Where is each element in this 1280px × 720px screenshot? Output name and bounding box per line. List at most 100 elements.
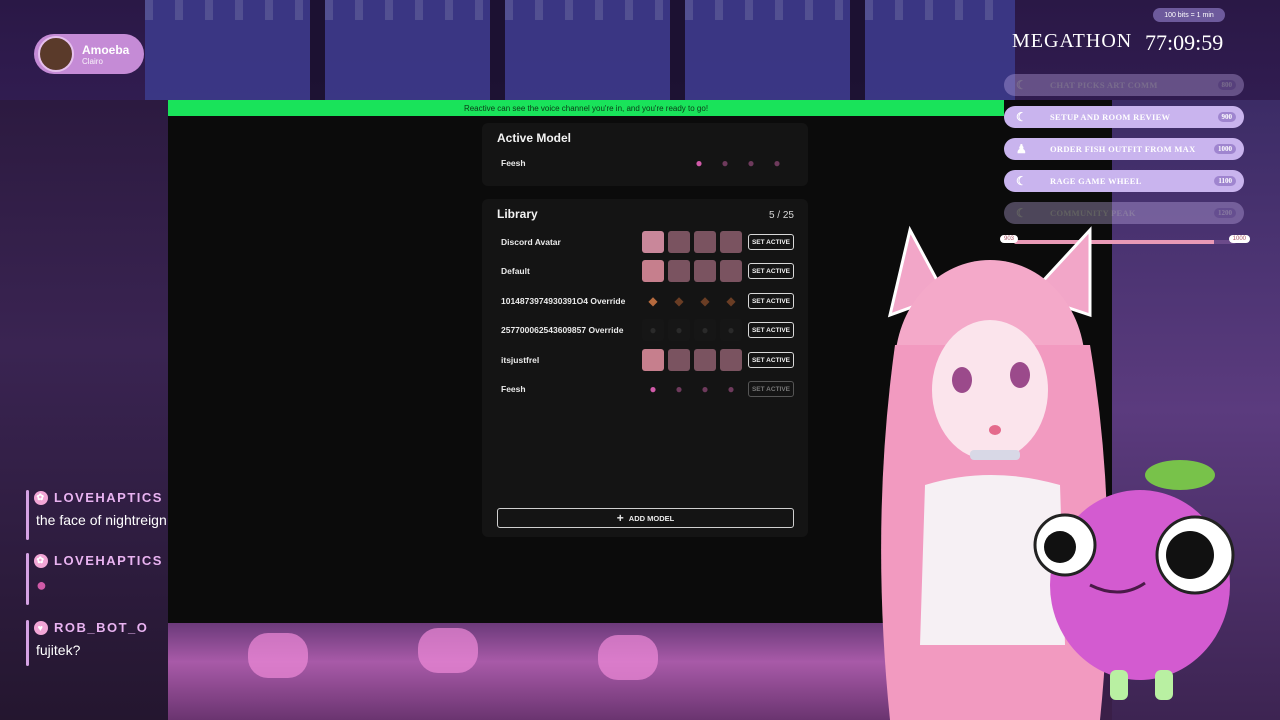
- chat-accent-bar: [26, 620, 29, 666]
- megathon-timer: 77:09:59: [1145, 30, 1224, 55]
- song-artist: Clairo: [82, 56, 103, 66]
- brown-thumb-icon: ◆: [674, 294, 684, 308]
- goal-item: ☾ RAGE GAME WHEEL 1100: [1004, 170, 1244, 192]
- goal-label: CHAT PICKS ART COMM: [1050, 80, 1158, 90]
- megathon-title: MEGATHON: [1012, 30, 1133, 52]
- library-item-name: Discord Avatar: [501, 237, 561, 247]
- set-active-button[interactable]: SET ACTIVE: [748, 352, 794, 368]
- moon-icon: ☾: [1016, 77, 1027, 92]
- blob-thumb-icon: ●: [721, 156, 729, 170]
- dark-thumb-icon: ●: [720, 319, 742, 341]
- library-item-name: itsjustfrel: [501, 355, 540, 365]
- now-playing-widget: Amoeba Clairo: [34, 34, 144, 74]
- avatar-thumb: [668, 231, 690, 253]
- pillow: [598, 635, 658, 680]
- background-window: [145, 0, 1015, 100]
- library-item: 257700062543609857 Override ● ● ● ● SET …: [501, 319, 794, 341]
- cat-thumb: [720, 349, 742, 371]
- chat-message: ♥ ROB_BOT_O fujitek?: [26, 620, 196, 666]
- set-active-button[interactable]: SET ACTIVE: [748, 234, 794, 250]
- dark-thumb-icon: ●: [668, 319, 690, 341]
- active-model-thumbs: ● ● ● ●: [688, 152, 788, 174]
- pillow: [248, 633, 308, 678]
- cat-thumb: [668, 260, 690, 282]
- set-active-button[interactable]: SET ACTIVE: [748, 322, 794, 338]
- blob-thumb-icon: ●: [747, 156, 755, 170]
- voice-status-bar: Reactive can see the voice channel you'r…: [168, 100, 1004, 116]
- dark-thumb-icon: ●: [642, 319, 664, 341]
- cat-thumb: [668, 349, 690, 371]
- goal-item: ♟ ORDER FISH OUTFIT FROM MAX 1000: [1004, 138, 1244, 160]
- goal-label: ORDER FISH OUTFIT FROM MAX: [1050, 144, 1196, 154]
- cat-thumb: [720, 260, 742, 282]
- bits-rate-badge: 100 bits = 1 min: [1153, 8, 1225, 22]
- cat-thumb: [694, 260, 716, 282]
- active-model-card: Active Model Feesh ● ● ● ●: [482, 123, 808, 186]
- blob-thumb-icon: ●: [773, 156, 781, 170]
- goal-label: RAGE GAME WHEEL: [1050, 176, 1142, 186]
- chat-text: the face of nightreign: [36, 512, 167, 528]
- blob-thumb-icon: ●: [695, 156, 703, 170]
- moon-icon: ☾: [1016, 109, 1027, 124]
- chat-accent-bar: [26, 490, 29, 540]
- goal-label: COMMUNITY PEAK: [1050, 208, 1136, 218]
- active-model-title: Active Model: [497, 131, 572, 145]
- library-count: 5 / 25: [768, 210, 794, 221]
- set-active-button[interactable]: SET ACTIVE: [748, 381, 794, 397]
- dark-thumb-icon: ●: [694, 319, 716, 341]
- active-model-name: Feesh: [501, 158, 526, 168]
- star-garland: [145, 0, 1015, 20]
- plus-icon: +: [616, 511, 624, 525]
- album-art: [38, 36, 74, 72]
- brown-thumb-icon: ◆: [726, 294, 736, 308]
- goal-label: SETUP AND ROOM REVIEW: [1050, 112, 1171, 122]
- heart-badge-icon: ♥: [34, 620, 48, 635]
- plum-mascot: [1033, 460, 1235, 700]
- cat-thumb: [642, 349, 664, 371]
- avatar-thumb: [694, 231, 716, 253]
- blob-thumb-icon: ●: [727, 382, 735, 396]
- goal-value: 1200: [1214, 208, 1236, 218]
- model-thumbs: [642, 260, 742, 282]
- chat-user: ✿ LOVEHAPTICS: [34, 553, 163, 568]
- set-active-button[interactable]: SET ACTIVE: [748, 263, 794, 279]
- song-title: Amoeba: [82, 42, 130, 57]
- goal-item: ☾ CHAT PICKS ART COMM 800: [1004, 74, 1244, 96]
- avatar-thumb: [720, 231, 742, 253]
- person-icon: ♟: [1016, 141, 1027, 156]
- library-item: itsjustfrel SET ACTIVE: [501, 349, 794, 371]
- library-item-name: 257700062543609857 Override: [501, 325, 624, 335]
- chat-message: ✿ LOVEHAPTICS ●: [26, 553, 196, 605]
- goal-item: ☾ COMMUNITY PEAK 1200: [1004, 202, 1244, 224]
- goal-value: 900: [1217, 112, 1236, 122]
- blob-thumb-icon: ●: [649, 382, 657, 396]
- flower-badge-icon: ✿: [34, 553, 48, 568]
- add-model-label: ADD MODEL: [628, 513, 675, 523]
- chat-username: ROB_BOT_O: [54, 620, 149, 635]
- model-thumbs: ● ● ● ●: [642, 378, 742, 400]
- blob-thumb-icon: ●: [701, 382, 709, 396]
- chat-user: ♥ ROB_BOT_O: [34, 620, 148, 635]
- goal-value: 1000: [1214, 144, 1236, 154]
- progress-end: 1000: [1228, 235, 1250, 243]
- chat-username: LOVEHAPTICS: [54, 553, 163, 568]
- library-item-name: Default: [501, 266, 530, 276]
- blob-thumb-icon: ●: [675, 382, 683, 396]
- flower-badge-icon: ✿: [34, 490, 48, 505]
- moon-icon: ☾: [1016, 173, 1027, 188]
- goal-value: 1100: [1214, 176, 1236, 186]
- model-thumbs: ● ● ● ●: [642, 319, 742, 341]
- library-item-name: Feesh: [501, 384, 526, 394]
- goal-value: 800: [1217, 80, 1236, 90]
- set-active-button[interactable]: SET ACTIVE: [748, 293, 794, 309]
- chat-accent-bar: [26, 553, 29, 605]
- emote-icon: ●: [36, 575, 47, 595]
- brown-thumb-icon: ◆: [700, 294, 710, 308]
- chat-user: ✿ LOVEHAPTICS: [34, 490, 163, 505]
- library-item: 1014873974930391O4 Override ◆ ◆ ◆ ◆ SET …: [501, 290, 794, 312]
- model-thumbs: ◆ ◆ ◆ ◆: [642, 290, 742, 312]
- chat-message: ✿ LOVEHAPTICS the face of nightreign: [26, 490, 196, 540]
- library-item: Feesh ● ● ● ● SET ACTIVE: [501, 378, 794, 400]
- add-model-button[interactable]: + ADD MODEL: [497, 508, 794, 528]
- library-item: Discord Avatar SET ACTIVE: [501, 231, 794, 253]
